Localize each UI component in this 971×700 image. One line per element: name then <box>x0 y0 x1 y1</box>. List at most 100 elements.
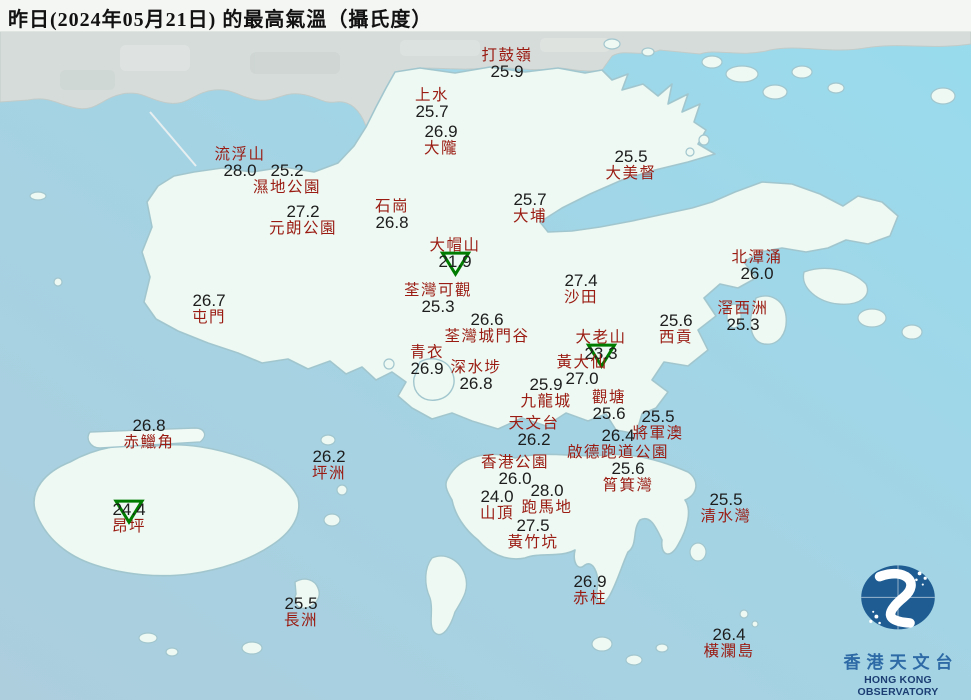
station-name: 荃灣城門谷 <box>444 327 530 345</box>
station-temperature: 25.6 <box>659 311 693 330</box>
station-temperature: 25.7 <box>513 190 547 209</box>
station-temperature: 26.8 <box>132 416 166 435</box>
station-temperature: 25.9 <box>490 61 524 81</box>
station-label: 26.7 屯門 <box>191 291 227 326</box>
weather-map-screen: 昨日(2024年05月21日) 的最高氣溫（攝氏度） 打鼓嶺 25.9 上水 25.7… <box>0 0 971 700</box>
station-temp-wrap: 26.4 <box>703 625 754 644</box>
station-temp-wrap: 27.5 <box>507 516 558 535</box>
station-temperature: 24.4 <box>112 500 146 519</box>
station-temp-wrap: 25.5 <box>605 147 656 166</box>
station-label: 25.9 九龍城 <box>520 376 572 410</box>
station-temp-wrap: 25.5 <box>700 490 751 509</box>
station-label: 荃灣可觀 25.3 <box>404 283 472 315</box>
station-temp-wrap: 25.6 <box>592 403 626 423</box>
station-temperature: 26.9 <box>424 122 458 141</box>
station-label: 24.0 山頂 <box>480 487 514 521</box>
station-temp-wrap: 25.7 <box>415 101 449 121</box>
station-label: 觀塘 25.6 <box>592 390 626 422</box>
station-label: 26.9 赤柱 <box>572 573 608 607</box>
station-name: 赤柱 <box>572 589 608 607</box>
station-label: 26.6 荃灣城門谷 <box>444 310 530 345</box>
station-temp-wrap: 25.2 <box>253 161 321 180</box>
station-label: 27.5 黃竹坑 <box>507 516 559 551</box>
station-name: 元朗公園 <box>268 219 338 237</box>
station-temp-wrap: 21.9 <box>429 251 480 277</box>
station-label: 26.2 坪洲 <box>312 448 346 481</box>
station-label: 25.5 清水灣 <box>700 490 752 525</box>
title-bar: 昨日(2024年05月21日) 的最高氣溫（攝氏度） <box>0 0 971 32</box>
station-temp-wrap: 25.5 <box>284 594 318 613</box>
station-label: 25.7 大埔 <box>512 190 548 225</box>
station-label: 25.5 長洲 <box>284 594 318 628</box>
station-name: 跑馬地 <box>521 498 573 516</box>
station-temp-wrap: 25.3 <box>717 314 768 334</box>
station-temperature: 27.2 <box>286 202 320 221</box>
station-temp-wrap: 26.6 <box>444 310 529 329</box>
station-label: 25.5 大美督 <box>605 147 656 181</box>
station-name: 屯門 <box>191 308 227 326</box>
station-temp-wrap: 28.0 <box>521 481 572 500</box>
station-name: 啟德跑道公園 <box>566 443 670 461</box>
station-temperature: 24.0 <box>480 487 514 506</box>
station-temperature: 25.2 <box>270 161 304 180</box>
station-name: 清水灣 <box>700 507 752 525</box>
station-label: 27.2 元朗公園 <box>268 202 338 237</box>
station-label: 26.9 大隴 <box>424 122 458 156</box>
station-label: 26.4 啟德跑道公園 <box>566 427 670 461</box>
station-temp-wrap: 25.6 <box>602 460 653 478</box>
station-label: 26.4 橫瀾島 <box>703 625 754 659</box>
station-temp-wrap: 26.2 <box>508 429 559 449</box>
station-temperature: 26.4 <box>712 625 746 644</box>
station-temperature: 28.0 <box>223 160 257 180</box>
station-temp-wrap: 26.9 <box>410 358 444 378</box>
station-temperature: 27.4 <box>564 271 598 290</box>
station-temp-wrap: 26.8 <box>375 214 409 232</box>
station-temperature: 27.5 <box>516 516 550 535</box>
station-temperature: 25.3 <box>726 314 760 334</box>
station-label: 25.6 西貢 <box>658 311 694 346</box>
station-name: 沙田 <box>563 288 599 306</box>
station-temp-wrap: 26.0 <box>731 265 782 283</box>
station-temperature: 26.9 <box>410 358 444 378</box>
station-temperature: 25.6 <box>592 403 626 423</box>
station-label: 打鼓嶺 25.9 <box>481 48 532 80</box>
station-temperature: 26.7 <box>192 291 226 310</box>
station-label: 青衣 26.9 <box>410 345 444 377</box>
station-temp-wrap: 25.5 <box>632 408 683 426</box>
station-temp-wrap: 25.9 <box>481 61 532 81</box>
station-label: 北潭涌 26.0 <box>731 250 782 282</box>
logo-name-zh: 香港天文台 <box>843 653 959 672</box>
station-label: 25.6 筲箕灣 <box>602 460 653 493</box>
station-temp-wrap: 26.8 <box>450 375 501 393</box>
station-label: 27.4 沙田 <box>563 271 599 306</box>
hko-emblem-icon <box>861 565 935 630</box>
page-title: 昨日(2024年05月21日) 的最高氣溫（攝氏度） <box>8 9 433 31</box>
station-temp-wrap: 26.2 <box>312 448 346 466</box>
station-name: 大埔 <box>512 207 548 225</box>
station-temp-wrap: 26.9 <box>424 122 458 141</box>
station-temperature: 25.5 <box>284 594 318 613</box>
station-temp-wrap: 26.7 <box>192 291 226 310</box>
station-label: 大帽山 21.9 <box>429 238 480 277</box>
station-name: 黃竹坑 <box>507 533 559 551</box>
station-temperature: 26.2 <box>517 429 551 449</box>
station-temp-wrap: 24.0 <box>480 487 514 506</box>
station-temp-wrap: 26.4 <box>567 427 669 445</box>
station-temperature: 25.5 <box>614 147 648 166</box>
hko-logo: 香港天文台 HONG KONG OBSERVATORY <box>829 553 967 698</box>
station-temp-wrap: 25.9 <box>520 376 571 394</box>
station-label: 石崗 26.8 <box>375 199 409 231</box>
station-temp-wrap: 26.9 <box>573 573 607 591</box>
station-temp-wrap: 25.6 <box>659 311 693 330</box>
station-name: 西貢 <box>658 328 694 346</box>
station-temperature: 26.6 <box>470 310 504 329</box>
station-name: 九龍城 <box>520 392 572 410</box>
station-temp-wrap: 26.8 <box>123 416 174 435</box>
station-temperature: 25.5 <box>709 490 743 509</box>
station-temperature: 28.0 <box>530 481 564 500</box>
station-temperature: 25.7 <box>415 101 449 121</box>
station-temp-wrap: 25.7 <box>513 190 547 209</box>
station-temp-wrap: 24.4 <box>112 499 146 526</box>
station-temp-wrap: 27.2 <box>269 202 337 221</box>
station-label: 天文台 26.2 <box>508 416 559 448</box>
